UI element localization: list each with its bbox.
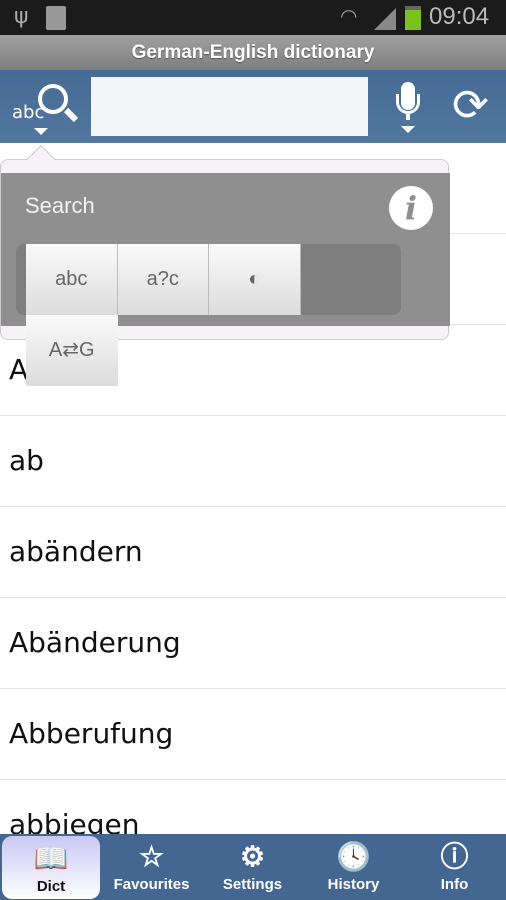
dropdown-caret-icon <box>401 126 415 133</box>
search-mode-options: abc a?c ◐ A⇄G <box>16 244 401 386</box>
nav-label: Settings <box>222 876 283 893</box>
list-item[interactable]: Abänderung <box>0 598 506 689</box>
clock: 09:04 <box>429 3 490 30</box>
nav-dict[interactable]: 📖 Dict <box>2 836 100 899</box>
magnifier-handle <box>63 107 79 123</box>
list-item[interactable]: Abberufung <box>0 689 506 780</box>
signal-icon <box>374 8 396 30</box>
info-icon[interactable]: i <box>389 186 433 230</box>
nav-label: Dict <box>36 878 66 895</box>
microphone-arc <box>396 94 420 114</box>
dropdown-caret-icon <box>34 128 48 135</box>
nav-label: Favourites <box>113 876 190 893</box>
list-item[interactable]: ab <box>0 416 506 507</box>
nav-label: Info <box>440 876 469 893</box>
sd-card-icon <box>46 6 66 30</box>
gear-icon: ⚙ <box>239 841 266 872</box>
search-mode-popup: Search i abc a?c ◐ A⇄G <box>0 144 450 386</box>
favourites-icon: ☆ <box>138 841 165 872</box>
info-icon: ⓘ <box>440 841 469 872</box>
app-title: German-English dictionary <box>0 35 506 70</box>
wifi-icon: ◠ <box>340 4 358 28</box>
search-input[interactable] <box>91 77 368 136</box>
book-icon: 📖 <box>33 843 69 874</box>
wildcard-search-button[interactable]: a?c <box>117 244 209 315</box>
translation-direction-button[interactable]: A⇄G <box>26 315 118 386</box>
nav-settings[interactable]: ⚙ Settings <box>202 834 303 900</box>
history-icon: 🕓 <box>336 841 371 872</box>
popup-title: Search <box>25 193 95 218</box>
fuzzy-search-button[interactable]: ◐ <box>209 244 301 315</box>
search-mode-button[interactable]: abc <box>10 78 79 138</box>
microphone-button[interactable] <box>393 82 423 138</box>
list-item[interactable]: abändern <box>0 507 506 598</box>
full-text-search-button[interactable]: abc <box>26 244 118 315</box>
nav-info[interactable]: ⓘ Info <box>404 834 505 900</box>
nav-history[interactable]: 🕓 History <box>303 834 404 900</box>
status-bar: ψ ◠ 09:04 <box>0 0 506 35</box>
refresh-icon: ⟳ <box>452 80 489 131</box>
nav-label: History <box>327 876 380 893</box>
battery-charging-icon <box>405 6 421 30</box>
bottom-nav: 📖 Dict ☆ Favourites ⚙ Settings 🕓 History… <box>0 834 506 900</box>
microphone-stand <box>406 114 410 120</box>
refresh-button[interactable]: ⟳ <box>452 84 489 128</box>
magnifier-icon <box>38 84 68 114</box>
usb-icon: ψ <box>14 4 29 29</box>
nav-favourites[interactable]: ☆ Favourites <box>101 834 202 900</box>
toolbar: abc ⟳ <box>0 70 506 143</box>
